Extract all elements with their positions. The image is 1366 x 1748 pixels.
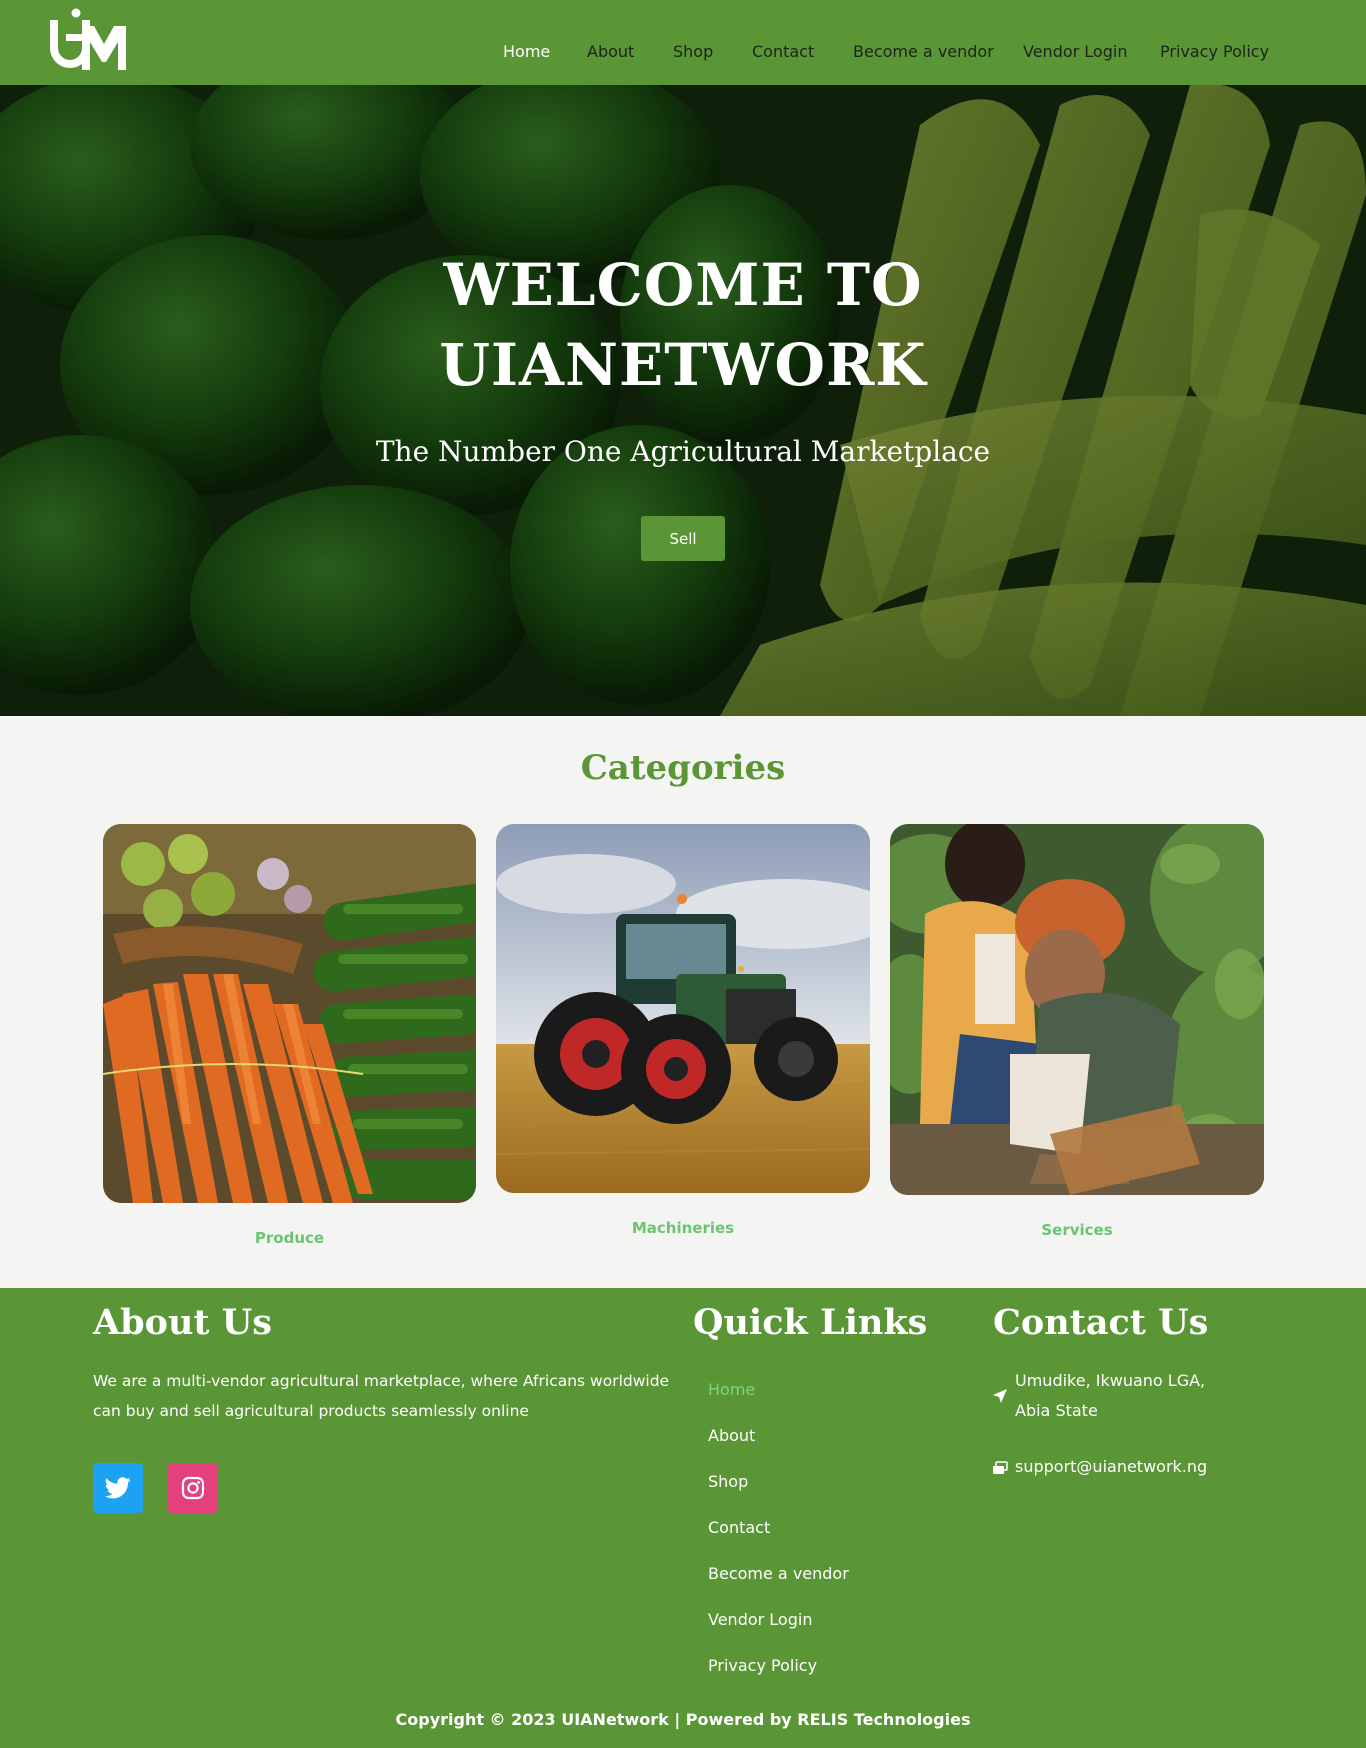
instagram-button[interactable] — [168, 1463, 218, 1513]
mail-bulk-icon — [993, 1461, 1008, 1474]
farmers-planting-image — [890, 824, 1264, 1195]
twitter-icon — [105, 1477, 131, 1499]
vegetables-stall-image — [103, 824, 476, 1203]
contact-email[interactable]: support@uianetwork.ng — [1015, 1452, 1235, 1482]
contact-heading: Contact Us — [993, 1302, 1209, 1343]
category-label-services[interactable]: Services — [890, 1221, 1264, 1239]
quick-link-vendor-login[interactable]: Vendor Login — [708, 1610, 812, 1629]
nav-item-vendor-login[interactable]: Vendor Login — [1023, 42, 1127, 61]
hero-title-line1: WELCOME TO — [443, 251, 923, 319]
category-card-machineries[interactable] — [496, 824, 870, 1193]
categories-title: Categories — [580, 748, 786, 788]
nav-item-shop[interactable]: Shop — [673, 42, 713, 61]
hero-title-line2: UIANETWORK — [439, 331, 927, 399]
category-label-machineries[interactable]: Machineries — [496, 1219, 870, 1237]
quick-link-about[interactable]: About — [708, 1426, 755, 1445]
site-header: Home About Shop Contact Become a vendor … — [0, 0, 1366, 85]
quick-link-privacy-policy[interactable]: Privacy Policy — [708, 1656, 817, 1675]
nav-item-contact[interactable]: Contact — [752, 42, 814, 61]
quick-links-heading: Quick Links — [693, 1302, 928, 1343]
category-card-produce[interactable] — [103, 824, 476, 1203]
site-footer: About Us We are a multi-vendor agricultu… — [0, 1288, 1366, 1748]
hero-title: WELCOME TO UIANETWORK — [0, 245, 1366, 405]
quick-link-become-vendor[interactable]: Become a vendor — [708, 1564, 849, 1583]
nav-item-about[interactable]: About — [587, 42, 634, 61]
about-text: We are a multi-vendor agricultural marke… — [93, 1372, 670, 1420]
contact-address: Umudike, Ikwuano LGA, Abia State — [1015, 1371, 1206, 1420]
uia-logo[interactable] — [44, 8, 128, 74]
category-label-produce[interactable]: Produce — [103, 1229, 476, 1247]
nav-item-home[interactable]: Home — [503, 42, 550, 61]
hero-section: WELCOME TO UIANETWORK The Number One Agr… — [0, 85, 1366, 716]
quick-link-contact[interactable]: Contact — [708, 1518, 770, 1537]
hero-subtitle: The Number One Agricultural Marketplace — [375, 435, 991, 468]
quick-link-shop[interactable]: Shop — [708, 1472, 748, 1491]
copyright-text: Copyright © 2023 UIANetwork | Powered by… — [395, 1710, 971, 1729]
instagram-icon — [181, 1476, 205, 1500]
sell-button[interactable]: Sell — [641, 516, 725, 561]
about-heading: About Us — [93, 1302, 272, 1343]
nav-item-become-vendor[interactable]: Become a vendor — [853, 42, 994, 61]
nav-item-privacy-policy[interactable]: Privacy Policy — [1160, 42, 1269, 61]
quick-link-home[interactable]: Home — [708, 1380, 755, 1399]
twitter-button[interactable] — [93, 1463, 143, 1513]
location-arrow-icon — [993, 1389, 1007, 1403]
category-card-services[interactable] — [890, 824, 1264, 1195]
tractor-image — [496, 824, 870, 1193]
